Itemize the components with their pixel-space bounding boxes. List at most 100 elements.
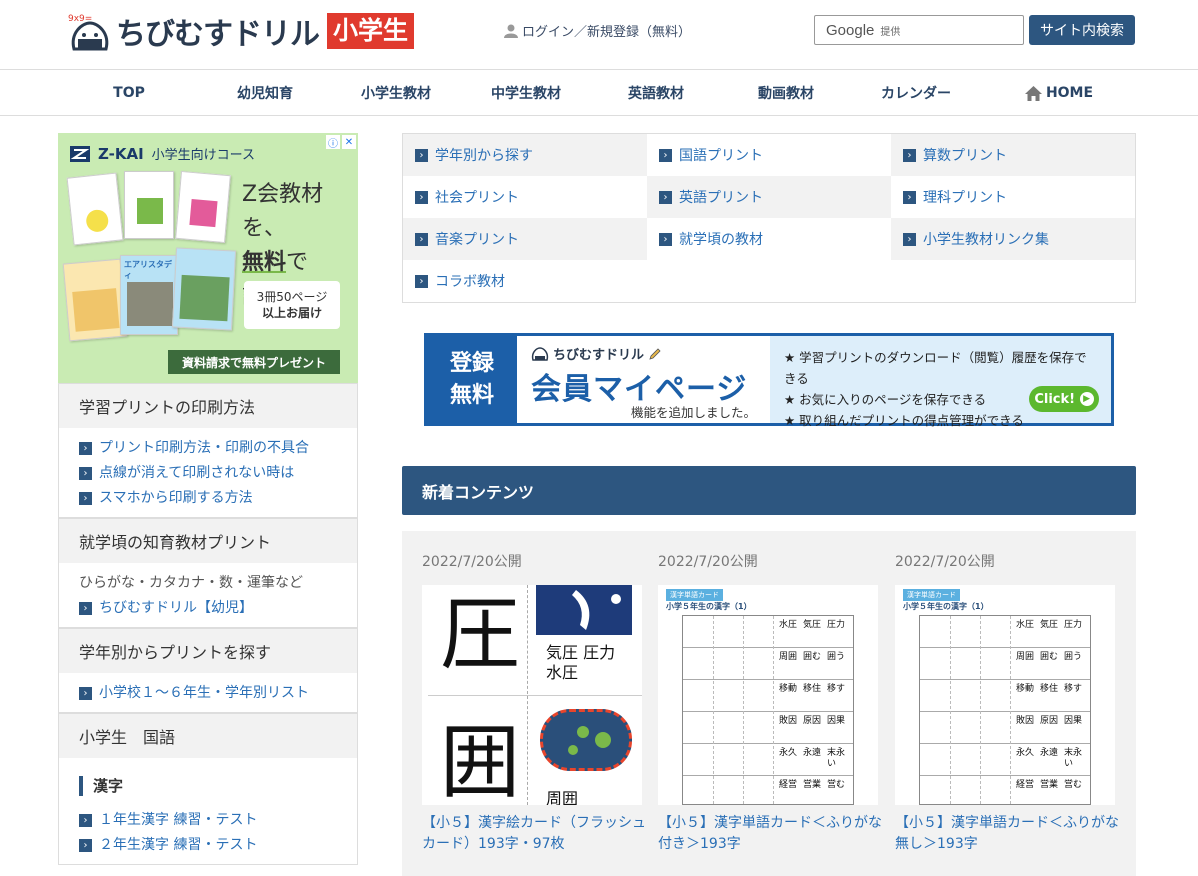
sheet-word: 永久 bbox=[779, 748, 798, 758]
nav-video[interactable]: 動画教材 bbox=[721, 70, 851, 116]
kanji-wordcard-thumbnail[interactable]: 漢字単語カード 小学５年生の漢字（1） 水圧 気圧 圧力 周囲 囲む 囲う 移動 移住 移す 敗因… bbox=[658, 585, 878, 805]
category-link[interactable]: › コラボ教材 bbox=[403, 260, 647, 302]
arrow-right-icon: › bbox=[415, 274, 428, 288]
nav-label: 小学生教材 bbox=[361, 86, 431, 102]
nav-label: 幼児知育 bbox=[237, 86, 293, 102]
login-link[interactable]: ログイン／新規登録（無料） bbox=[504, 21, 691, 40]
ad-box-line1: 3冊50ページ bbox=[256, 290, 328, 304]
category-link[interactable]: › 理科プリント bbox=[891, 176, 1135, 218]
banner-left-line2: 無料 bbox=[449, 382, 494, 408]
category-link[interactable]: › 就学頃の教材 bbox=[647, 218, 891, 260]
login-label: ログイン／新規登録（無料） bbox=[522, 25, 692, 40]
sidebar-link[interactable]: › 小学校１～６年生・学年別リスト bbox=[79, 681, 337, 706]
sheet-word: 敗因 bbox=[779, 716, 798, 726]
sheet-word: 因果 bbox=[827, 716, 846, 726]
card-title-link[interactable]: 【小５】漢字単語カード＜ふりがな無し＞193字 bbox=[895, 813, 1120, 855]
card-title-link[interactable]: 【小５】漢字絵カード（フラッシュカード）193字・97枚 bbox=[422, 813, 647, 855]
site-logo[interactable]: 9x9= ちびむすドリル 小学生 bbox=[68, 10, 415, 52]
click-label: Click! bbox=[1034, 391, 1076, 407]
sidebar-link[interactable]: › ２年生漢字 練習・テスト bbox=[79, 833, 337, 858]
sidebar-link[interactable]: › スマホから印刷する方法 bbox=[79, 486, 337, 511]
sidebar-link[interactable]: › ちびむすドリル【幼児】 bbox=[79, 596, 337, 621]
nav-home[interactable]: HOME bbox=[994, 70, 1124, 116]
sidebar-link[interactable]: › １年生漢字 練習・テスト bbox=[79, 808, 337, 833]
category-link[interactable]: › 小学生教材リンク集 bbox=[891, 218, 1135, 260]
sheet-column-divider bbox=[773, 616, 774, 804]
sheet-word: 移す bbox=[1064, 684, 1083, 694]
sidebar-heading: 学年別からプリントを探す bbox=[59, 628, 357, 673]
sheet-column-divider bbox=[1010, 616, 1011, 804]
weather-map-image bbox=[536, 585, 632, 635]
kanji-flashcard-thumbnail[interactable]: 圧 囲 気圧 圧力 水圧 周囲 bbox=[422, 585, 642, 805]
category-link[interactable]: › 学年別から探す bbox=[403, 134, 647, 176]
sheet-word: 気圧 bbox=[1040, 620, 1059, 630]
ad-course: 小学生向けコース bbox=[151, 148, 256, 163]
sidebar-heading: 就学頃の知育教材プリント bbox=[59, 518, 357, 563]
zkai-ad[interactable]: Z-KAI 小学生向けコース ⓘ✕ エアリスタディ Z会教材を、 無料で 試せま… bbox=[58, 133, 358, 383]
sheet-word: 移動 bbox=[1016, 684, 1035, 694]
zkai-logo-icon bbox=[70, 145, 90, 162]
ad-controls[interactable]: ⓘ ✕ bbox=[326, 135, 356, 150]
nav-label: 英語教材 bbox=[628, 86, 684, 102]
category-link[interactable]: › 国語プリント bbox=[647, 134, 891, 176]
ad-box-line2: 以上お届け bbox=[261, 306, 322, 320]
kanji-word: 気圧 bbox=[546, 643, 579, 662]
nav-elementary[interactable]: 小学生教材 bbox=[331, 70, 461, 116]
sidebar-link-label: ちびむすドリル【幼児】 bbox=[99, 600, 253, 616]
sheet-word: 永遠 bbox=[1040, 748, 1059, 758]
sidebar-heading: 学習プリントの印刷方法 bbox=[59, 383, 357, 428]
kanji-wordcard-thumbnail[interactable]: 漢字単語カード 小学５年生の漢字（1） 水圧 気圧 圧力 周囲 囲む 囲う 移動 移住 移す 敗因… bbox=[895, 585, 1115, 805]
sidebar-link-label: １年生漢字 練習・テスト bbox=[99, 812, 258, 828]
sheet-tag: 漢字単語カード bbox=[666, 589, 723, 601]
member-page-banner[interactable]: 登録 無料 ちびむすドリル 会員マイページ 機能を追加しました。 ★ 学習プリン… bbox=[424, 333, 1114, 428]
sidebar-section-preschool: 就学頃の知育教材プリント ひらがな・カタカナ・数・運筆など › ちびむすドリル【幼… bbox=[58, 518, 358, 628]
ad-header: Z-KAI 小学生向けコース bbox=[70, 144, 255, 163]
sidebar-section-print: 学習プリントの印刷方法 › プリント印刷方法・印刷の不具合 › 点線が消えて印刷され… bbox=[58, 383, 358, 518]
arrow-right-icon: › bbox=[659, 190, 672, 204]
sheet-word: 気圧 bbox=[803, 620, 822, 630]
banner-click-button[interactable]: Click! ▶ bbox=[1029, 386, 1099, 412]
nav-calendar[interactable]: カレンダー bbox=[851, 70, 981, 116]
nav-junior-high[interactable]: 中学生教材 bbox=[461, 70, 591, 116]
category-label: 音楽プリント bbox=[435, 232, 519, 248]
nav-top[interactable]: TOP bbox=[64, 70, 194, 116]
category-link[interactable]: › 音楽プリント bbox=[403, 218, 647, 260]
ad-de: で bbox=[286, 250, 309, 275]
arrow-right-icon: › bbox=[659, 148, 672, 162]
banner-free-badge: 登録 無料 bbox=[427, 336, 517, 423]
search-input[interactable]: Google 提供 bbox=[814, 15, 1024, 45]
logo-mascot-icon bbox=[531, 346, 549, 361]
category-link[interactable]: › 算数プリント bbox=[891, 134, 1135, 176]
sidebar-link[interactable]: › プリント印刷方法・印刷の不具合 bbox=[79, 436, 337, 461]
sidebar-link[interactable]: › 点線が消えて印刷されない時は bbox=[79, 461, 337, 486]
ad-close-icon[interactable]: ✕ bbox=[342, 135, 356, 149]
sheet-title: 小学５年生の漢字（1） bbox=[666, 602, 752, 611]
sheet-word: 周囲 bbox=[1016, 652, 1035, 662]
sheet-row-divider bbox=[683, 743, 853, 744]
sheet-title: 小学５年生の漢字（1） bbox=[903, 602, 989, 611]
arrow-right-icon: › bbox=[79, 814, 92, 827]
banner-feature: ★ 取り組んだプリントの得点管理ができる bbox=[784, 413, 1024, 428]
card-date: 2022/7/20公開 bbox=[895, 554, 995, 570]
nav-infant[interactable]: 幼児知育 bbox=[200, 70, 330, 116]
sheet-word: 営業 bbox=[803, 780, 822, 790]
card-title-link[interactable]: 【小５】漢字単語カード＜ふりがな付き＞193字 bbox=[658, 813, 883, 855]
sidebar-subheading: 漢字 bbox=[79, 776, 337, 796]
nav-english[interactable]: 英語教材 bbox=[591, 70, 721, 116]
sheet-row-divider bbox=[920, 679, 1090, 680]
ad-info-icon[interactable]: ⓘ bbox=[326, 135, 340, 150]
site-search-button[interactable]: サイト内検索 bbox=[1029, 15, 1135, 45]
nav-label: カレンダー bbox=[881, 86, 951, 102]
category-label: コラボ教材 bbox=[435, 274, 505, 290]
category-link[interactable]: › 社会プリント bbox=[403, 176, 647, 218]
logo-badge: 小学生 bbox=[327, 13, 415, 49]
sheet-row-divider bbox=[920, 711, 1090, 712]
banner-title-block: ちびむすドリル 会員マイページ 機能を追加しました。 bbox=[517, 336, 770, 423]
ad-line1: Z会教材を、 bbox=[242, 182, 324, 241]
arrow-right-icon: › bbox=[79, 839, 92, 852]
kanji-large: 圧 bbox=[440, 588, 520, 681]
category-link[interactable]: › 英語プリント bbox=[647, 176, 891, 218]
ad-cta-button[interactable]: 資料請求で無料プレゼント bbox=[168, 350, 340, 374]
sheet-tag: 漢字単語カード bbox=[903, 589, 960, 601]
sheet-word: 移動 bbox=[779, 684, 798, 694]
